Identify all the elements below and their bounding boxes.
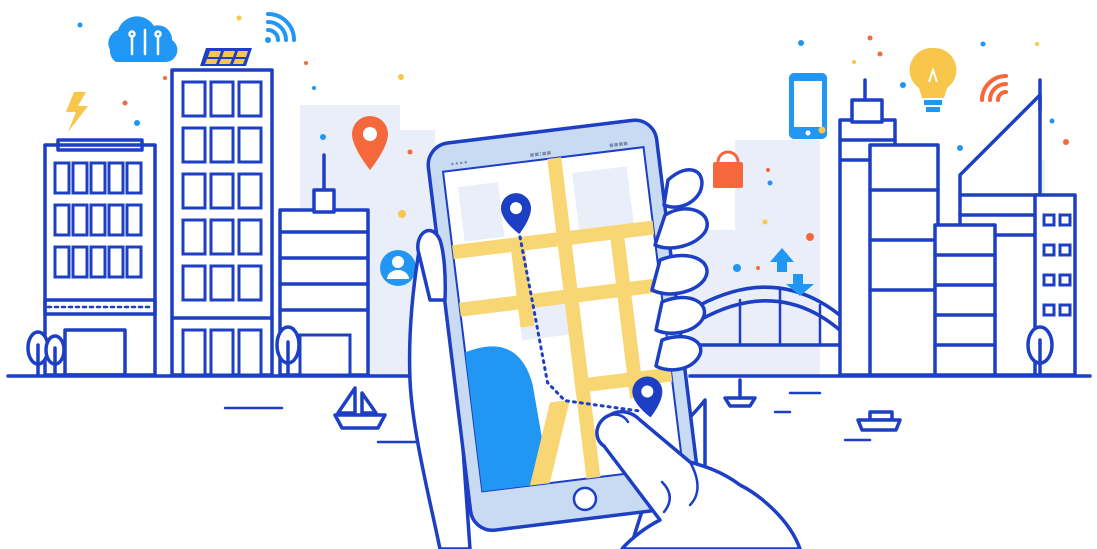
lightbulb-icon [909,47,957,112]
left-building-tall [170,68,274,377]
tall-building-windows [181,80,263,302]
wifi-icon [265,12,296,43]
right-building-stepped [933,78,1077,377]
ferry-icon [856,410,902,432]
lightning-icon [66,92,88,132]
shopping-bag-icon [713,150,743,188]
solar-panel-icon [200,48,252,66]
left-building-windows [53,161,143,279]
cloud-network-icon [108,16,178,63]
home-button[interactable] [572,486,598,512]
signal-icon [980,74,1008,102]
sailboat-icon [333,386,387,430]
right-building-skyscraper [838,78,940,377]
sailboat-icon [723,378,757,408]
user-profile-icon [380,250,416,286]
smart-city-navigation-illustration: •••• ▪▪:▪▪ ▪▪▪▪ [6,12,1092,549]
